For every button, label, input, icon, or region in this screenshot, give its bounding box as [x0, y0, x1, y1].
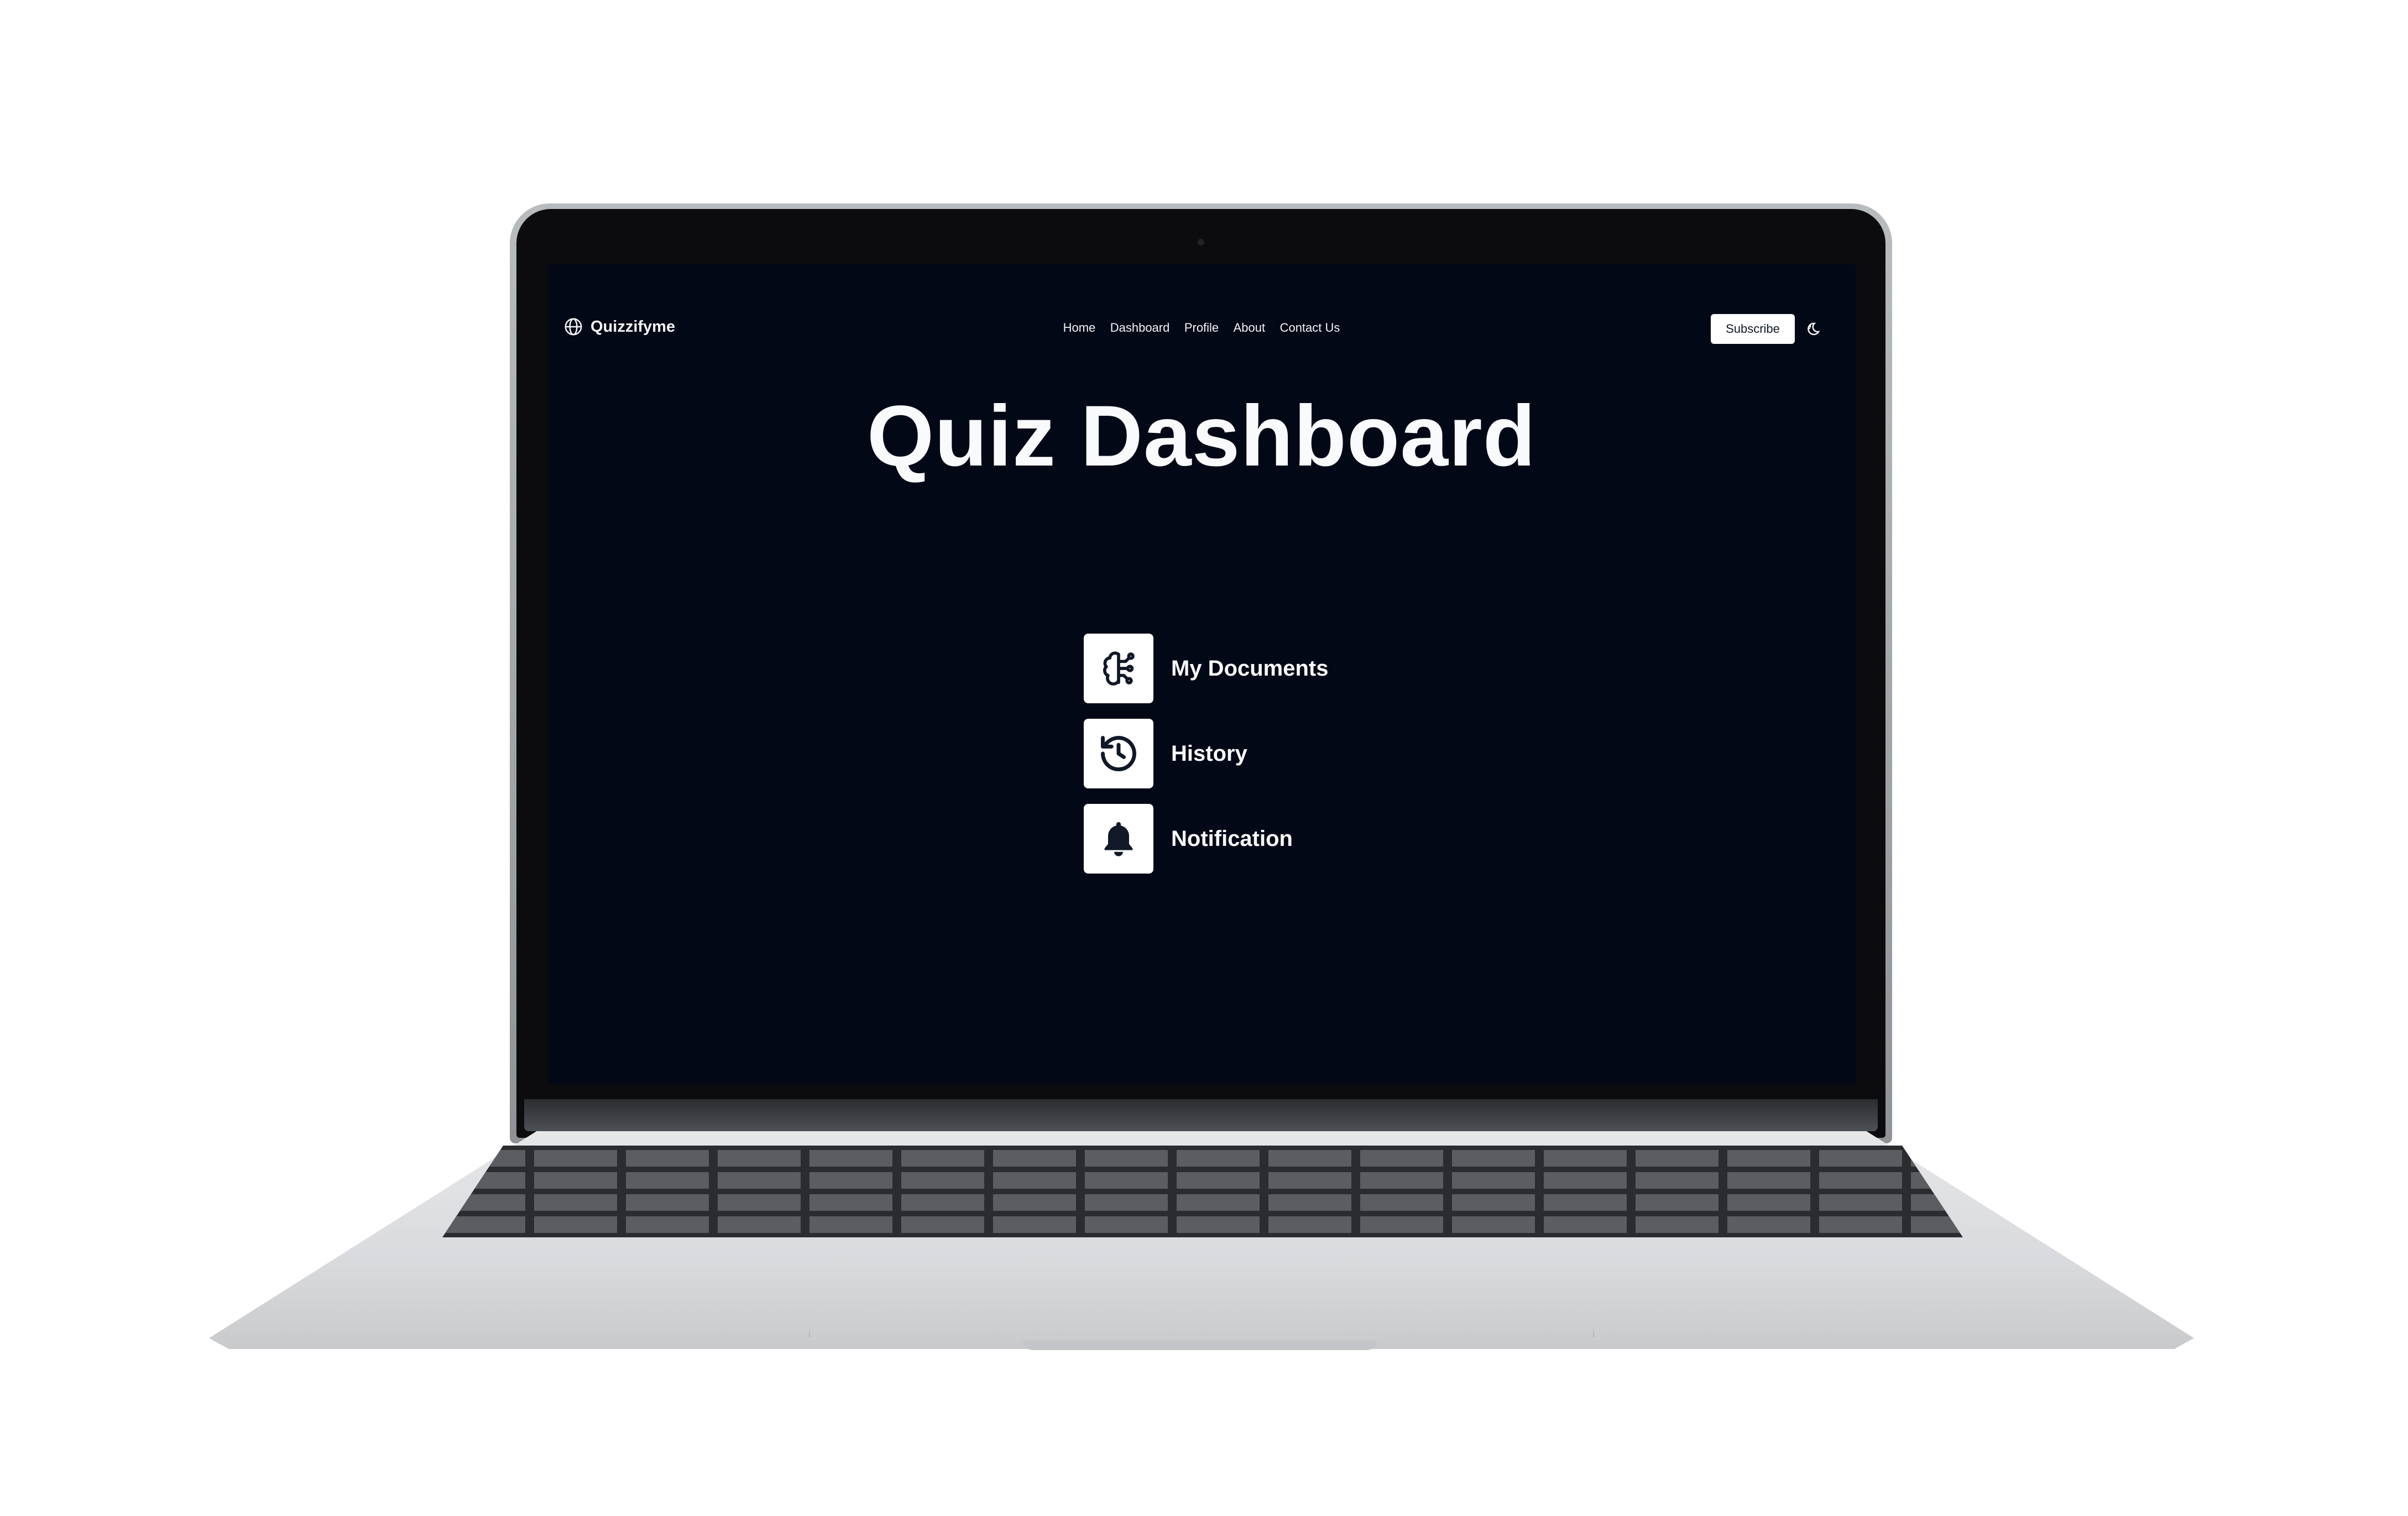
- nav-link-dashboard[interactable]: Dashboard: [1110, 321, 1170, 334]
- menu-item-notification[interactable]: Notification: [1084, 804, 1293, 874]
- navbar: Quizzifyme Home Dashboard Profile About …: [547, 264, 1856, 386]
- menu-icon-box: [1084, 719, 1153, 788]
- nav-links: Home Dashboard Profile About Contact Us: [547, 321, 1856, 335]
- subscribe-button[interactable]: Subscribe: [1711, 314, 1795, 344]
- keyboard: [442, 1146, 1963, 1237]
- menu-item-my-documents[interactable]: My Documents: [1084, 634, 1329, 703]
- bell-icon: [1104, 822, 1133, 856]
- nav-link-profile[interactable]: Profile: [1184, 321, 1219, 334]
- laptop-hinge: [524, 1099, 1878, 1131]
- menu-label: Notification: [1171, 826, 1293, 851]
- brain-circuit-icon: [1103, 651, 1135, 686]
- nav-link-home[interactable]: Home: [1063, 321, 1096, 334]
- menu-label: History: [1171, 741, 1247, 766]
- menu-item-history[interactable]: History: [1084, 719, 1247, 788]
- moon-sun-icon: [1808, 322, 1820, 336]
- trackpad: [808, 1242, 1595, 1337]
- laptop-lip: [1023, 1340, 1377, 1350]
- menu-label: My Documents: [1171, 656, 1329, 681]
- camera: [1198, 239, 1204, 245]
- nav-link-about[interactable]: About: [1234, 321, 1266, 334]
- theme-toggle-button[interactable]: [1798, 314, 1828, 344]
- app-screen: Quizzifyme Home Dashboard Profile About …: [547, 264, 1856, 1085]
- page-title: Quiz Dashboard: [866, 388, 1537, 484]
- menu-icon-box: [1084, 804, 1153, 874]
- history-icon: [1101, 736, 1136, 771]
- nav-link-contact[interactable]: Contact Us: [1280, 321, 1340, 334]
- menu-icon-box: [1084, 634, 1153, 703]
